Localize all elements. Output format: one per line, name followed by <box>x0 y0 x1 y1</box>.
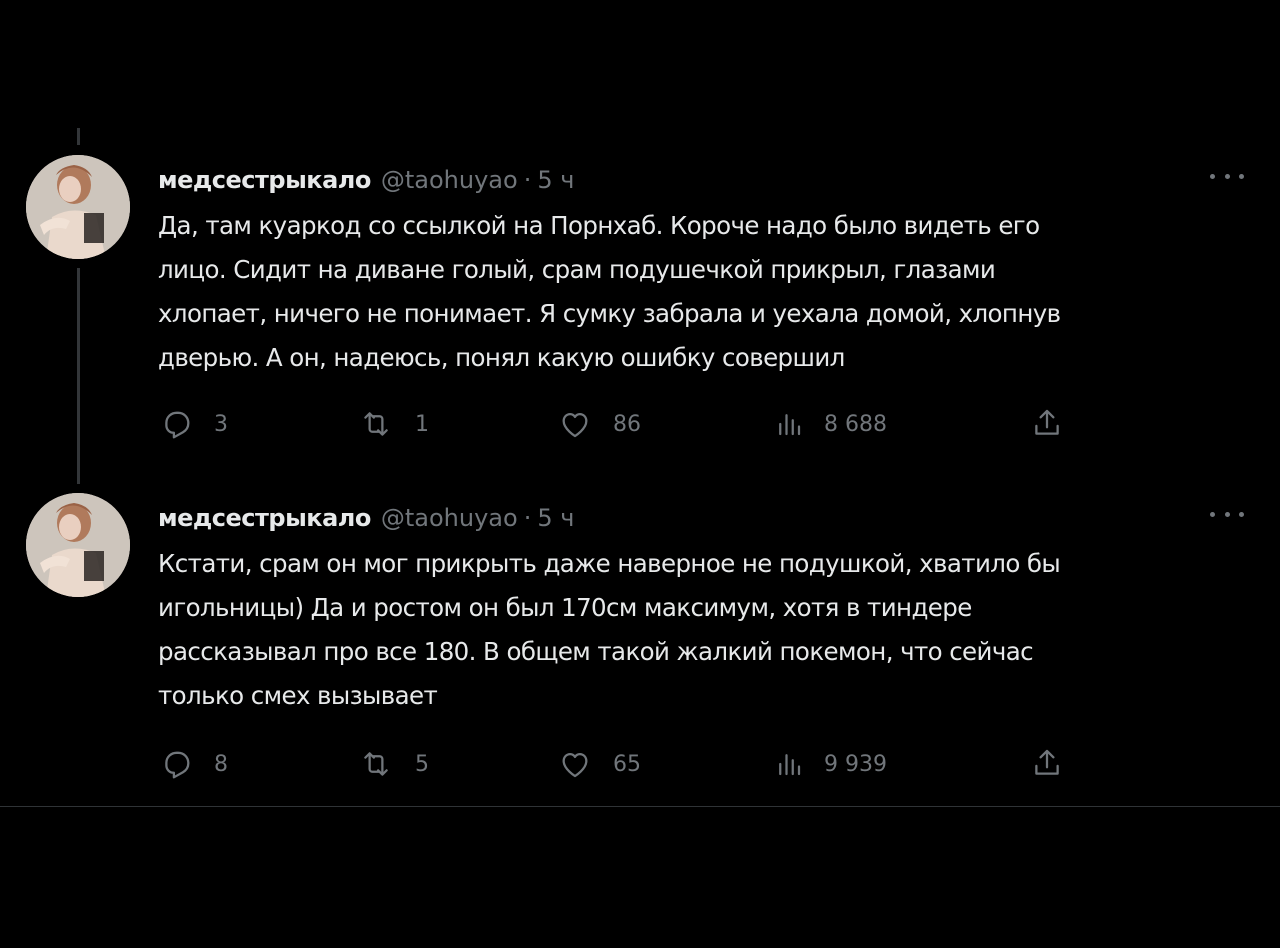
tweet-text-line: игольницы) Да и ростом он был 170см макс… <box>158 593 972 622</box>
action-bar: 3 1 86 8 688 <box>160 404 1080 444</box>
like-button[interactable]: 86 <box>557 404 641 444</box>
tweet-text-line: лицо. Сидит на диване голый, срам подуше… <box>158 255 996 284</box>
tweet-text: Кстати, срам он мог прикрыть даже наверн… <box>158 542 1238 718</box>
retweet-icon <box>364 752 388 776</box>
tweet-text-line: Кстати, срам он мог прикрыть даже наверн… <box>158 549 1061 578</box>
share-button[interactable] <box>1030 404 1064 444</box>
tweet-text: Да, там куаркод со ссылкой на Порнхаб. К… <box>158 204 1238 380</box>
share-icon <box>1035 409 1059 435</box>
user-handle[interactable]: @taohuyao <box>381 504 518 532</box>
views-button[interactable]: 9 939 <box>774 744 887 784</box>
reply-icon <box>165 751 190 779</box>
separator-dot: · <box>523 504 532 532</box>
display-name[interactable]: медсестрыкало <box>158 504 371 532</box>
separator-dot: · <box>523 166 532 194</box>
retweet-count: 5 <box>415 751 429 777</box>
tweet-text-line: дверью. А он, надеюсь, понял какую ошибк… <box>158 343 845 372</box>
views-count: 9 939 <box>824 751 887 777</box>
heart-icon <box>562 752 588 778</box>
retweet-icon <box>364 412 388 436</box>
tweet-text-line: хлопает, ничего не понимает. Я сумку заб… <box>158 299 1061 328</box>
views-count: 8 688 <box>824 411 887 437</box>
retweet-button[interactable]: 5 <box>357 744 429 784</box>
heart-icon <box>562 412 588 438</box>
timestamp[interactable]: 5 ч <box>537 504 574 532</box>
retweet-button[interactable]: 1 <box>357 404 429 444</box>
like-count: 86 <box>613 411 641 437</box>
reply-count: 3 <box>214 411 228 437</box>
action-bar: 8 5 65 9 939 <box>160 744 1080 784</box>
tweet-text-line: рассказывал про все 180. В общем такой ж… <box>158 637 1034 666</box>
avatar[interactable] <box>26 493 130 597</box>
views-icon <box>779 414 801 436</box>
tweet-text-line: Да, там куаркод со ссылкой на Порнхаб. К… <box>158 211 1040 240</box>
like-button[interactable]: 65 <box>557 744 641 784</box>
reply-button[interactable]: 3 <box>160 404 228 444</box>
reply-button[interactable]: 8 <box>160 744 228 784</box>
reply-count: 8 <box>214 751 228 777</box>
display-name[interactable]: медсестрыкало <box>158 166 371 194</box>
views-icon <box>779 754 801 776</box>
views-button[interactable]: 8 688 <box>774 404 887 444</box>
share-button[interactable] <box>1030 744 1064 784</box>
reply-icon <box>165 411 190 439</box>
tweet-text-line: только смех вызывает <box>158 681 438 710</box>
retweet-count: 1 <box>415 411 429 437</box>
like-count: 65 <box>613 751 641 777</box>
tweet[interactable]: медсестрыкало @taohuyao · 5 ч Да, там ку… <box>0 150 1280 480</box>
tweet-header: медсестрыкало @taohuyao · 5 ч <box>158 498 574 538</box>
more-icon[interactable] <box>1210 166 1244 186</box>
share-icon <box>1035 749 1059 775</box>
user-handle[interactable]: @taohuyao <box>381 166 518 194</box>
timestamp[interactable]: 5 ч <box>537 166 574 194</box>
avatar[interactable] <box>26 155 130 259</box>
tweet[interactable]: медсестрыкало @taohuyao · 5 ч Кстати, ср… <box>0 488 1280 807</box>
tweet-header: медсестрыкало @taohuyao · 5 ч <box>158 160 574 200</box>
thread-connector-top <box>77 128 80 145</box>
more-icon[interactable] <box>1210 504 1244 524</box>
